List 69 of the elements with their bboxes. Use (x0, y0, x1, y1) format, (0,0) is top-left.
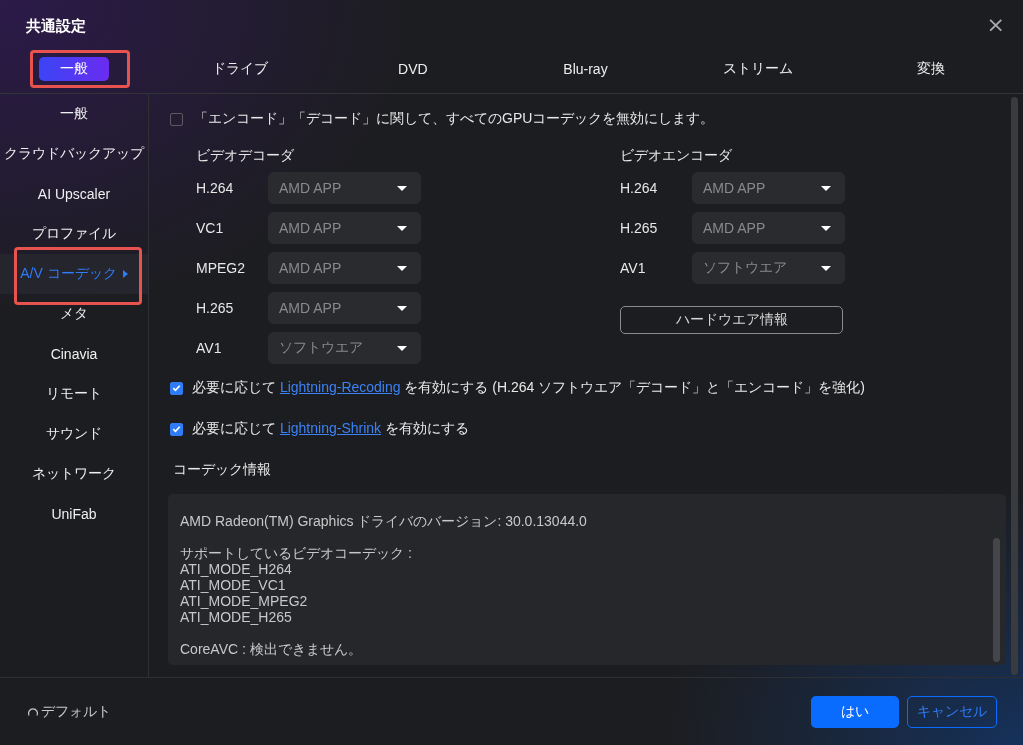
link[interactable]: Lightning-Recoding (279, 379, 401, 395)
reset-icon (27, 705, 39, 718)
tab[interactable]: DVD (372, 57, 454, 81)
hardware-info-button[interactable]: ハードウエア情報 (620, 306, 843, 334)
tab[interactable]: Blu-ray (537, 57, 634, 81)
codec-label: AV1 (196, 340, 223, 356)
info-line: AMD Radeon(TM) Graphics ドライバのバージョン: 30.0.13044.0 (180, 513, 588, 529)
dropdown[interactable]: ソフトウエア (268, 332, 421, 364)
sidebar-item[interactable]: AI Upscaler (0, 174, 148, 214)
info-line: ATI_MODE_MPEG2 (180, 593, 309, 609)
sidebar-item[interactable]: UniFab (0, 494, 148, 534)
triangle-icon (122, 270, 128, 278)
caret-icon (821, 185, 831, 191)
sidebar-item[interactable]: A/V コーデック (0, 254, 148, 294)
caret-icon (397, 345, 407, 351)
dropdown[interactable]: ソフトウエア (692, 252, 845, 284)
ok-button[interactable]: はい (811, 695, 899, 728)
default-button[interactable]: デフォルト (27, 702, 111, 721)
sidebar-item[interactable]: ネットワーク (0, 454, 148, 494)
section-heading: ビデオデコーダ (196, 146, 295, 164)
codec-label: AV1 (620, 260, 647, 276)
codec-label: VC1 (196, 220, 225, 236)
sidebar-item[interactable]: サウンド (0, 414, 148, 454)
dropdown[interactable]: AMD APP (268, 292, 421, 324)
sidebar-item[interactable]: プロファイル (0, 214, 148, 254)
info-line: CoreAVC : 検出できません。 (180, 641, 363, 657)
codec-label: H.265 (620, 220, 659, 236)
sidebar-item[interactable]: メタ (0, 294, 148, 334)
window-title: 共通設定 (26, 16, 86, 36)
sidebar-item[interactable]: 一般 (0, 94, 148, 134)
dropdown[interactable]: AMD APP (268, 252, 421, 284)
option-label: 必要に応じて Lightning-Recoding を有効にする (H.264 ソフトウエア「デコード」と「エンコード」を強化) (192, 379, 865, 397)
option-label: 必要に応じて Lightning-Shrink を有効にする (192, 420, 469, 438)
caret-icon (397, 225, 407, 231)
codec-label: H.265 (196, 300, 235, 316)
caret-icon (397, 265, 407, 271)
checkbox[interactable] (170, 422, 183, 436)
dropdown[interactable]: AMD APP (268, 212, 421, 244)
codec-label: H.264 (620, 180, 659, 196)
sidebar-item[interactable]: クラウドバックアップ (0, 134, 148, 174)
caret-icon (821, 265, 831, 271)
link[interactable]: Lightning-Shrink (279, 420, 382, 436)
scrollbar[interactable] (993, 538, 1000, 662)
info-line: サポートしているビデオコーデック : (180, 545, 413, 561)
checkbox[interactable] (170, 381, 183, 395)
tab[interactable]: ストリーム (697, 57, 820, 81)
checkbox[interactable] (170, 112, 183, 126)
option-label: 「エンコード」「デコード」に関して、すべてのGPUコーデックを無効にします。 (194, 110, 715, 128)
section-heading: コーデック情報 (173, 460, 272, 478)
sidebar-item[interactable]: Cinavia (0, 334, 148, 374)
info-line: ATI_MODE_H264 (180, 561, 293, 577)
info-line: ATI_MODE_H265 (180, 609, 293, 625)
codec-label: H.264 (196, 180, 235, 196)
cancel-button[interactable]: キャンセル (907, 695, 997, 728)
close-button[interactable]: × (986, 14, 1005, 36)
scrollbar[interactable] (1011, 97, 1018, 675)
tab[interactable]: 変換 (890, 57, 971, 81)
caret-icon (821, 225, 831, 231)
caret-icon (397, 185, 407, 191)
sidebar-item[interactable]: リモート (0, 374, 148, 414)
tab[interactable]: ドライブ (186, 57, 295, 81)
dropdown[interactable]: AMD APP (692, 172, 845, 204)
info-line: ATI_MODE_VC1 (180, 577, 287, 593)
caret-icon (397, 305, 407, 311)
section-heading: ビデオエンコーダ (620, 146, 733, 164)
codec-label: MPEG2 (196, 260, 246, 276)
dropdown[interactable]: AMD APP (268, 172, 421, 204)
dropdown[interactable]: AMD APP (692, 212, 845, 244)
tab[interactable]: 一般 (39, 57, 109, 81)
